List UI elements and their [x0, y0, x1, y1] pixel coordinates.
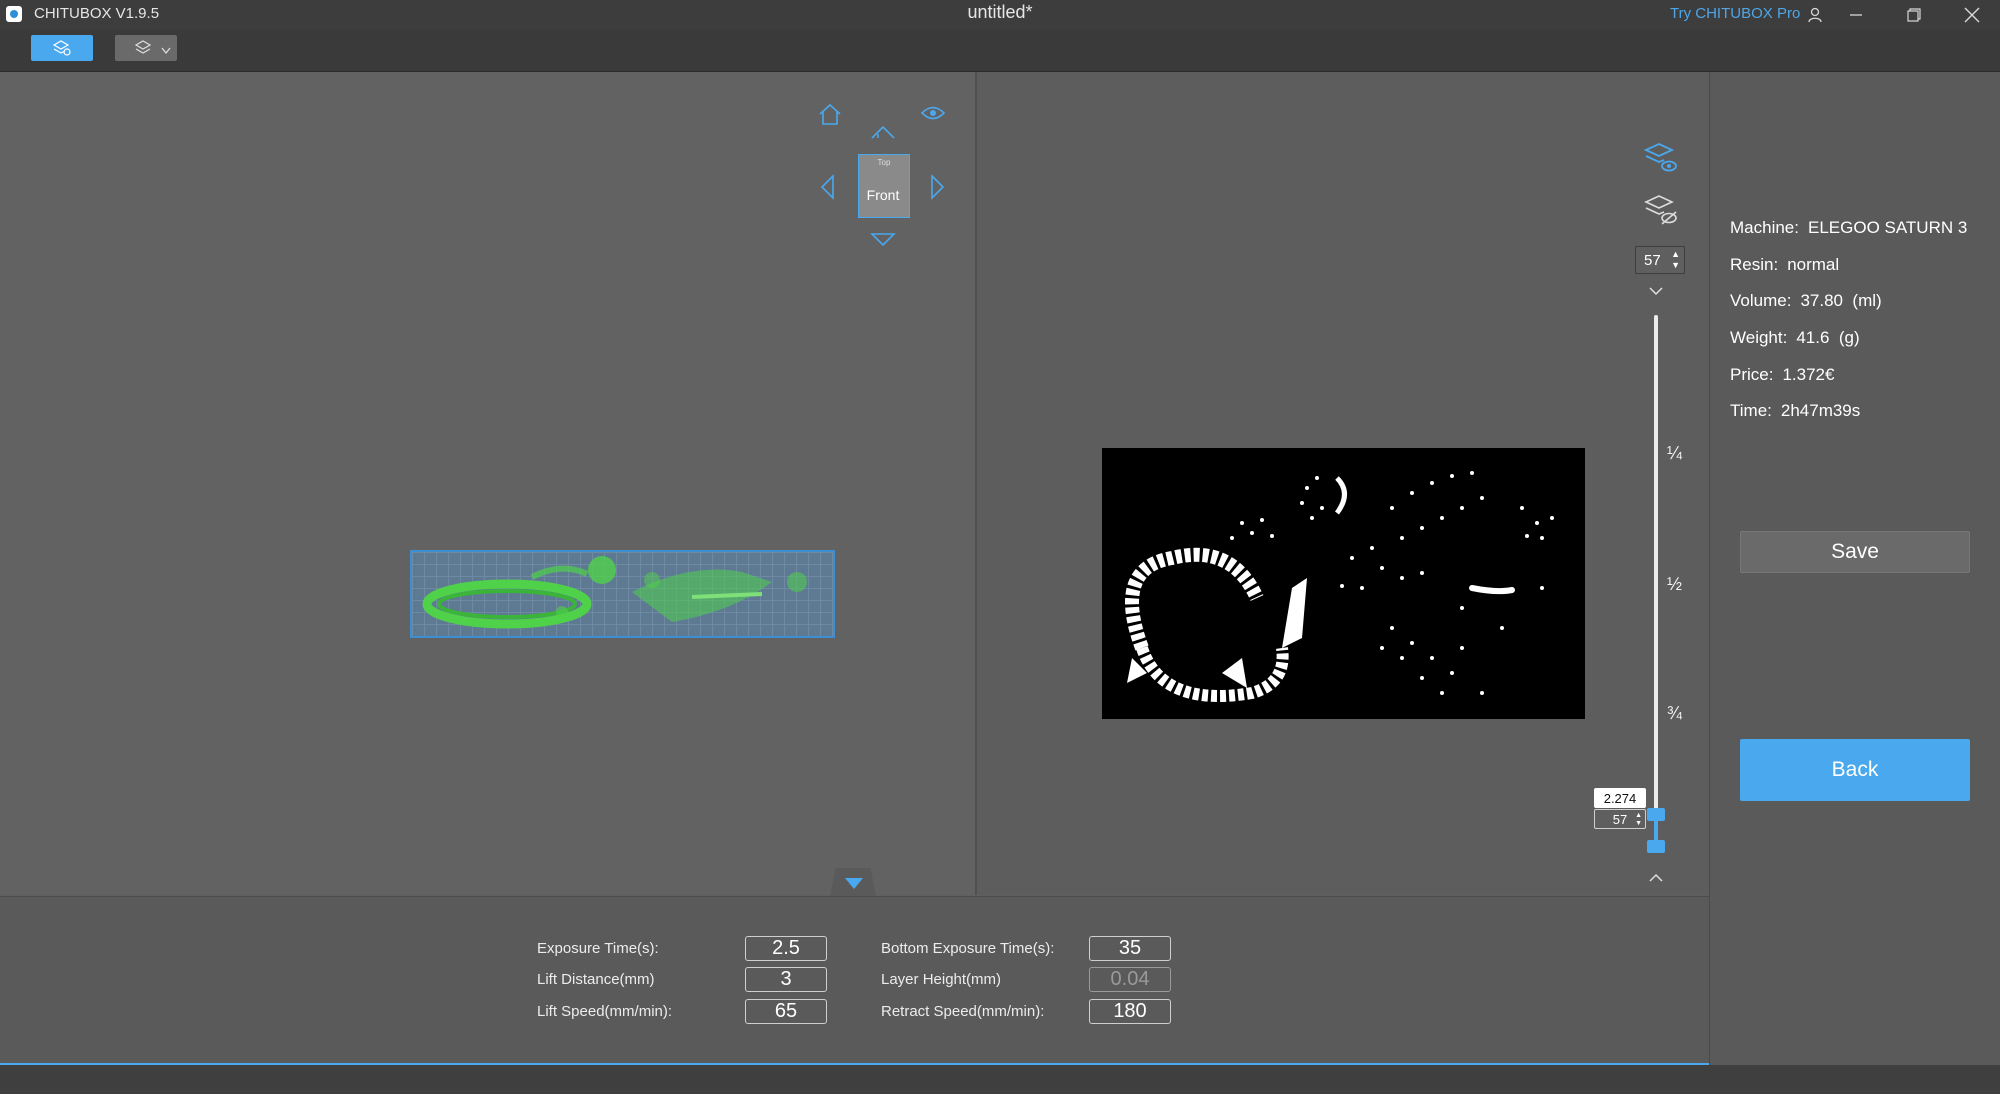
slider-mark-quarter: ¼: [1667, 443, 1683, 463]
retract-speed-field[interactable]: 180: [1089, 999, 1171, 1024]
try-pro-link[interactable]: Try CHITUBOX Pro: [1670, 5, 1800, 22]
rotate-left-icon[interactable]: [819, 174, 835, 205]
exposure-time-label: Exposure Time(s):: [537, 940, 659, 957]
top-layer-spinbox[interactable]: 57 ▲ ▼: [1635, 246, 1685, 274]
layer-height-field: 0.04: [1089, 967, 1171, 992]
layer-slider-upper-handle[interactable]: [1647, 808, 1665, 821]
layers-eye-icon[interactable]: [1643, 142, 1678, 181]
edit-mode-dropdown[interactable]: [115, 35, 177, 61]
chevron-down-icon: [161, 47, 171, 55]
rotate-down-icon[interactable]: [870, 232, 896, 253]
edit-layers-icon: [135, 40, 152, 54]
current-layer-spinbox[interactable]: 57 ▲ ▼: [1594, 809, 1646, 829]
layers-hidden-icon[interactable]: [1644, 194, 1678, 233]
chevron-up-icon[interactable]: [1649, 870, 1663, 888]
slice-layers-icon: [53, 40, 71, 56]
view-cube-top-face[interactable]: Top: [859, 158, 909, 167]
info-machine: Machine: ELEGOO SATURN 3: [1730, 218, 1968, 237]
info-weight: Weight: 41.6 (g): [1730, 328, 1860, 347]
spinbox-arrows-icon[interactable]: ▲ ▼: [1671, 249, 1680, 271]
collapse-arrow-icon[interactable]: [845, 878, 863, 889]
eye-icon[interactable]: [920, 104, 946, 127]
slice-preview-image: [1102, 448, 1585, 719]
rotate-right-icon[interactable]: [930, 174, 946, 205]
top-layer-value: 57: [1644, 251, 1661, 269]
layer-height-label: Layer Height(mm): [881, 971, 1002, 988]
exposure-time-field[interactable]: 2.5: [745, 936, 827, 961]
lift-distance-field[interactable]: 3: [745, 967, 827, 992]
bottom-exposure-time-label: Bottom Exposure Time(s):: [881, 940, 1055, 957]
slider-mark-three-quarters: ¾: [1667, 703, 1683, 723]
view-cube[interactable]: Top: [858, 154, 910, 218]
model-preview-3d: [422, 556, 807, 629]
layer-slider-lower-handle[interactable]: [1647, 840, 1665, 853]
home-icon[interactable]: [817, 102, 843, 131]
slider-mark-half: ½: [1667, 574, 1683, 594]
user-icon[interactable]: [1793, 0, 1837, 30]
back-button[interactable]: Back: [1740, 739, 1970, 801]
chevron-down-icon[interactable]: [1649, 283, 1663, 301]
info-time: Time: 2h47m39s: [1730, 401, 1861, 420]
slice-mode-button[interactable]: [31, 35, 93, 61]
close-icon[interactable]: [1950, 0, 1994, 30]
current-layer-value: 57: [1612, 811, 1628, 827]
retract-speed-label: Retract Speed(mm/min):: [881, 1003, 1045, 1020]
spinbox-arrows-icon[interactable]: ▲ ▼: [1635, 812, 1642, 828]
minimize-icon[interactable]: [1834, 0, 1878, 30]
status-bar: [0, 1065, 2000, 1094]
view-cube-front-face[interactable]: Front: [858, 187, 908, 203]
rotate-up-icon[interactable]: [870, 124, 896, 145]
layer-slider-track[interactable]: [1654, 315, 1658, 845]
restore-icon[interactable]: [1892, 0, 1936, 30]
bottom-exposure-time-field[interactable]: 35: [1089, 936, 1171, 961]
lift-speed-field[interactable]: 65: [745, 999, 827, 1024]
print-parameters-panel: [0, 896, 1709, 1065]
info-resin: Resin: normal: [1730, 255, 1840, 274]
lift-speed-label: Lift Speed(mm/min):: [537, 1003, 673, 1020]
current-layer-height: 2.274: [1594, 788, 1646, 808]
toolbar: [0, 30, 2000, 72]
lift-distance-label: Lift Distance(mm): [537, 971, 655, 988]
build-plate: [410, 550, 835, 638]
info-volume: Volume: 37.80 (ml): [1730, 291, 1882, 310]
info-price: Price: 1.372€: [1730, 365, 1835, 384]
save-button[interactable]: Save: [1740, 531, 1970, 573]
